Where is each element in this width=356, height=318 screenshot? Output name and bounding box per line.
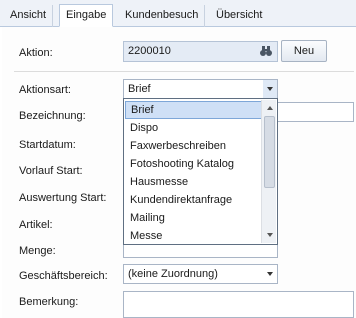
geschaeftsbereich-label: Geschäftsbereich: — [19, 270, 108, 282]
aktion-value: 2200010 — [128, 45, 171, 57]
aktionsart-combo[interactable]: Brief — [123, 79, 278, 99]
list-item[interactable]: Dispo — [125, 119, 262, 137]
bezeichnung-field[interactable] — [276, 102, 354, 122]
auswertung-start-label: Auswertung Start: — [19, 192, 107, 204]
separator — [14, 71, 354, 72]
tab-uebersicht[interactable]: Übersicht — [210, 5, 268, 27]
scroll-up-icon[interactable] — [263, 101, 276, 115]
artikel-label: Artikel: — [19, 219, 53, 231]
binoculars-icon[interactable] — [259, 45, 273, 63]
neu-button[interactable]: Neu — [281, 40, 327, 62]
aktionsart-dropdown-list[interactable]: Brief Dispo Faxwerbeschreiben Fotoshooti… — [123, 98, 278, 245]
aktion-label: Aktion: — [19, 47, 53, 59]
bemerkung-field[interactable] — [123, 291, 354, 318]
menge-label: Menge: — [19, 245, 56, 257]
menge-field[interactable] — [123, 243, 278, 258]
scroll-down-icon[interactable] — [263, 228, 276, 242]
tab-kundenbesuch[interactable]: Kundenbesuch — [119, 5, 206, 27]
geschaeftsbereich-combo[interactable]: (keine Zuordnung) — [123, 264, 278, 284]
list-item[interactable]: Fotoshooting Katalog — [125, 155, 262, 173]
tab-eingabe[interactable]: Eingabe — [59, 4, 114, 27]
chevron-down-icon[interactable] — [263, 80, 277, 98]
geschaeftsbereich-value: (keine Zuordnung) — [128, 268, 218, 280]
list-item[interactable]: Kundendirektanfrage — [125, 191, 262, 209]
tab-ansicht[interactable]: Ansicht — [4, 5, 54, 27]
aktion-field[interactable]: 2200010 — [123, 41, 278, 62]
list-item[interactable]: Hausmesse — [125, 173, 262, 191]
aktionsart-value: Brief — [128, 83, 151, 95]
vorlauf-start-label: Vorlauf Start: — [19, 165, 83, 177]
list-item[interactable]: Faxwerbeschreiben — [125, 137, 262, 155]
startdatum-label: Startdatum: — [19, 139, 76, 151]
list-item[interactable]: Mailing — [125, 209, 262, 227]
tab-bar: Ansicht Eingabe Kundenbesuch Übersicht — [0, 0, 356, 27]
list-item[interactable]: Messe — [125, 227, 262, 245]
bemerkung-label: Bemerkung: — [19, 296, 79, 308]
scroll-thumb[interactable] — [264, 116, 275, 188]
list-item[interactable]: Brief — [125, 101, 262, 119]
chevron-down-icon[interactable] — [263, 265, 277, 283]
aktionsart-label: Aktionsart: — [19, 84, 71, 96]
bezeichnung-label: Bezeichnung: — [19, 110, 86, 122]
list-scrollbar[interactable] — [261, 100, 276, 243]
